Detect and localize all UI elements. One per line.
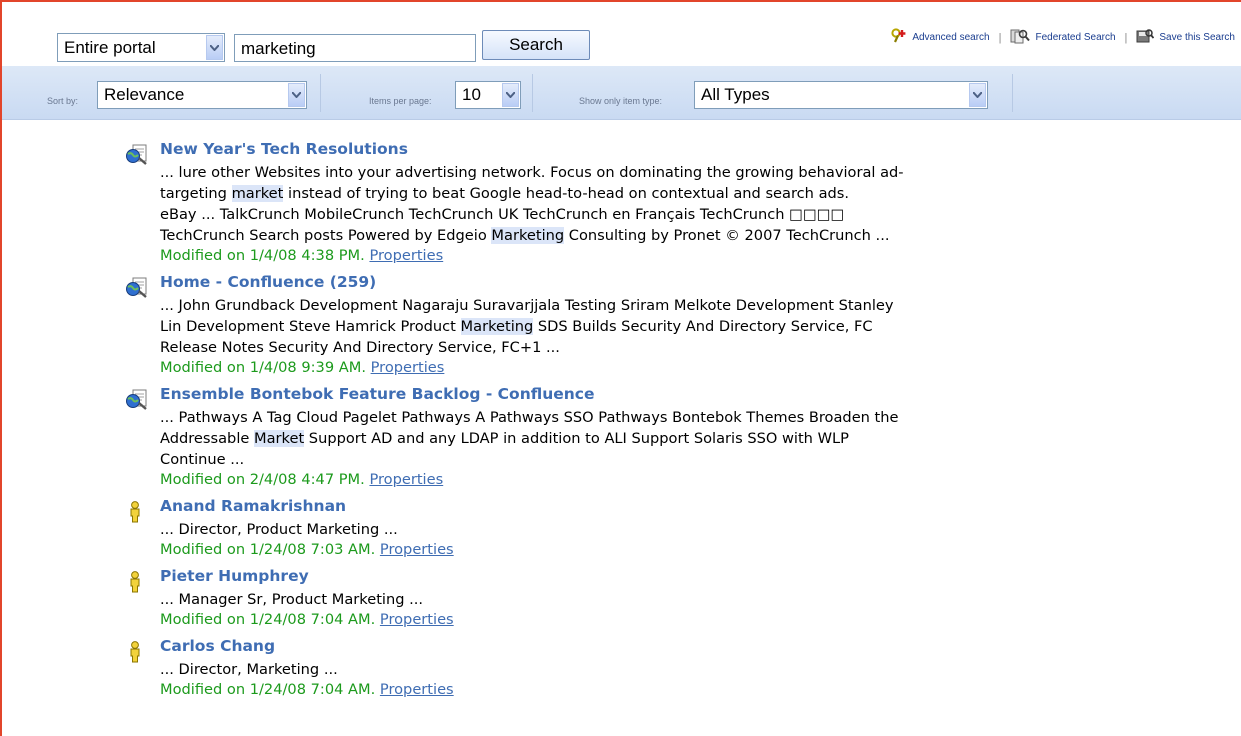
filter-divider	[1012, 74, 1013, 112]
snippet-line: ... Manager Sr, Product Marketing ...	[160, 591, 424, 608]
properties-link[interactable]: Properties	[371, 359, 445, 376]
search-input[interactable]: marketing	[234, 34, 476, 62]
link-divider: |	[1124, 31, 1128, 44]
save-search-label: Save this Search	[1159, 32, 1235, 43]
search-bar: Entire portal marketing Search Advanced …	[0, 0, 1241, 66]
modified-date: Modified on 1/24/08 7:03 AM.	[160, 541, 376, 558]
sort-select[interactable]: Relevance	[97, 81, 307, 109]
search-links: Advanced search | Federated Search | Sav…	[891, 28, 1235, 47]
snippet-line: Lin Development Steve Hamrick Product Ma…	[160, 318, 873, 335]
properties-link[interactable]: Properties	[369, 247, 443, 264]
snippet-line: ... John Grundback Development Nagaraju …	[160, 297, 894, 314]
keyword-highlight: Marketing	[491, 227, 565, 244]
modified-date: Modified on 1/4/08 4:38 PM.	[160, 247, 365, 264]
result-meta: Modified on 1/24/08 7:04 AM. Properties	[160, 681, 454, 698]
items-per-page-select[interactable]: 10	[455, 81, 521, 109]
sort-select-value: Relevance	[104, 85, 185, 104]
scope-select-value: Entire portal	[64, 37, 156, 57]
result-meta: Modified on 1/4/08 4:38 PM. Properties	[160, 247, 443, 264]
properties-link[interactable]: Properties	[380, 541, 454, 558]
snippet-line: Release Notes Security And Directory Ser…	[160, 339, 560, 356]
federated-search-label: Federated Search	[1035, 32, 1116, 43]
result-meta: Modified on 1/4/08 9:39 AM. Properties	[160, 359, 444, 376]
result-snippet: ... Pathways A Tag Cloud Pagelet Pathway…	[160, 407, 1090, 470]
save-search-icon	[1136, 28, 1155, 47]
web-document-icon	[125, 276, 149, 300]
items-per-page-label: Items per page:	[369, 96, 432, 106]
federated-search-icon	[1010, 28, 1031, 47]
result-snippet: ... Director, Marketing ...	[160, 659, 1090, 680]
result-title-link[interactable]: Anand Ramakrishnan	[160, 497, 346, 515]
result-title-link[interactable]: Home - Confluence (259)	[160, 273, 376, 291]
result-snippet: ... Manager Sr, Product Marketing ...	[160, 589, 1090, 610]
advanced-search-label: Advanced search	[912, 32, 990, 43]
keyword-highlight: Marketing	[460, 318, 534, 335]
item-type-label: Show only item type:	[579, 96, 663, 106]
chevron-down-icon[interactable]	[502, 83, 519, 107]
user-icon	[125, 570, 149, 594]
snippet-line: ... Pathways A Tag Cloud Pagelet Pathway…	[160, 409, 899, 426]
link-divider: |	[998, 31, 1002, 44]
chevron-down-icon[interactable]	[206, 35, 223, 60]
properties-link[interactable]: Properties	[380, 681, 454, 698]
result-snippet: ... Director, Product Marketing ...	[160, 519, 1090, 540]
properties-link[interactable]: Properties	[369, 471, 443, 488]
snippet-line: targeting market instead of trying to be…	[160, 185, 850, 202]
user-icon	[125, 640, 149, 664]
advanced-search-icon	[891, 28, 907, 47]
items-per-page-value: 10	[462, 85, 481, 104]
item-type-select[interactable]: All Types	[694, 81, 988, 109]
advanced-search-link[interactable]: Advanced search	[891, 28, 990, 47]
modified-date: Modified on 1/24/08 7:04 AM.	[160, 611, 376, 628]
modified-date: Modified on 1/4/08 9:39 AM.	[160, 359, 366, 376]
keyword-highlight: Market	[254, 430, 305, 447]
item-type-value: All Types	[701, 85, 770, 104]
keyword-highlight: market	[231, 185, 284, 202]
result-meta: Modified on 2/4/08 4:47 PM. Properties	[160, 471, 443, 488]
result-meta: Modified on 1/24/08 7:04 AM. Properties	[160, 611, 454, 628]
result-title-link[interactable]: Pieter Humphrey	[160, 567, 309, 585]
snippet-line: ... Director, Marketing ...	[160, 661, 338, 678]
result-snippet: ... John Grundback Development Nagaraju …	[160, 295, 1090, 358]
snippet-line: TechCrunch Search posts Powered by Edgei…	[160, 227, 890, 244]
web-document-icon	[125, 143, 149, 167]
result-title-link[interactable]: Ensemble Bontebok Feature Backlog - Conf…	[160, 385, 595, 403]
snippet-line: Addressable Market Support AD and any LD…	[160, 430, 849, 447]
web-document-icon	[125, 388, 149, 412]
modified-date: Modified on 2/4/08 4:47 PM.	[160, 471, 365, 488]
snippet-line: eBay ... TalkCrunch MobileCrunch TechCru…	[160, 206, 845, 223]
sort-label: Sort by:	[47, 96, 79, 106]
chevron-down-icon[interactable]	[288, 83, 305, 107]
chevron-down-icon[interactable]	[969, 83, 986, 107]
result-snippet: ... lure other Websites into your advert…	[160, 162, 1090, 246]
user-icon	[125, 500, 149, 524]
result-title-link[interactable]: Carlos Chang	[160, 637, 275, 655]
snippet-line: ... Director, Product Marketing ...	[160, 521, 398, 538]
federated-search-link[interactable]: Federated Search	[1010, 28, 1116, 47]
result-meta: Modified on 1/24/08 7:03 AM. Properties	[160, 541, 454, 558]
snippet-line: Continue ...	[160, 451, 245, 468]
result-title-link[interactable]: New Year's Tech Resolutions	[160, 140, 408, 158]
filter-bar: Sort by: Relevance Items per page: 10 Sh…	[2, 66, 1241, 120]
modified-date: Modified on 1/24/08 7:04 AM.	[160, 681, 376, 698]
snippet-line: ... lure other Websites into your advert…	[160, 164, 904, 181]
save-search-link[interactable]: Save this Search	[1136, 28, 1235, 47]
scope-select[interactable]: Entire portal	[57, 33, 225, 62]
properties-link[interactable]: Properties	[380, 611, 454, 628]
search-button[interactable]: Search	[482, 30, 590, 60]
filter-divider	[320, 74, 321, 112]
filter-divider	[532, 74, 533, 112]
